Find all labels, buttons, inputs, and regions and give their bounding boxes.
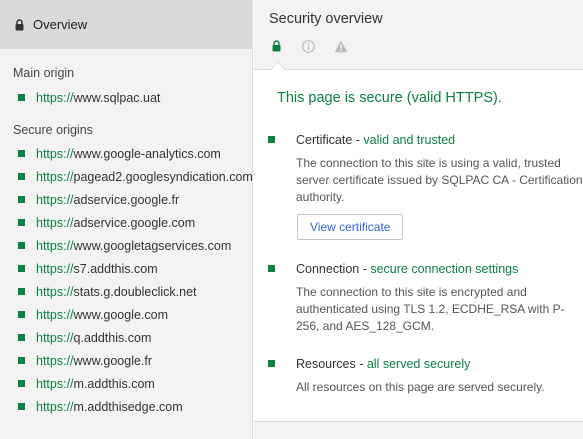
- secure-bullet: [268, 265, 275, 272]
- secure-bullet: [18, 288, 25, 295]
- connection-explanation: Connection - secure connection settings …: [268, 262, 578, 335]
- origin-scheme: https://: [36, 215, 74, 230]
- origin-scheme: https://: [36, 307, 74, 322]
- certificate-title: Certificate: [296, 133, 353, 147]
- origin-scheme: https://: [36, 353, 74, 368]
- origin-scheme: https://: [36, 376, 74, 391]
- origin-scheme: https://: [36, 330, 74, 345]
- secure-origins-list: https://www.google-analytics.com https://…: [0, 142, 253, 418]
- origin-scheme: https://: [36, 399, 74, 414]
- certificate-description: The connection to this site is using a v…: [296, 156, 583, 204]
- explanation-title: Certificate - valid and trusted: [296, 133, 456, 147]
- warning-icon[interactable]: [334, 40, 348, 53]
- secure-bullet: [18, 150, 25, 157]
- secure-bullet: [18, 94, 25, 101]
- origin-scheme: https://: [36, 284, 74, 299]
- info-icon[interactable]: [302, 40, 315, 53]
- origin-host: www.google.fr: [73, 353, 153, 368]
- secure-bullet: [18, 403, 25, 410]
- origin-item[interactable]: https://adservice.google.fr: [0, 188, 252, 211]
- secure-bullet: [18, 219, 25, 226]
- lock-icon: [15, 18, 24, 31]
- origin-item[interactable]: https://q.addthis.com: [0, 326, 252, 349]
- sidebar-item-overview[interactable]: Overview: [0, 0, 252, 49]
- secure-bullet: [18, 334, 25, 341]
- resources-summary: all served securely: [366, 357, 471, 371]
- origin-scheme: https://: [36, 146, 74, 161]
- secure-bullet: [18, 357, 25, 364]
- certificate-summary: valid and trusted: [363, 133, 456, 147]
- secure-bullet: [268, 360, 275, 367]
- origin-host: www.googletagservices.com: [73, 238, 232, 253]
- secure-origins-heading: Secure origins: [13, 123, 93, 137]
- origin-item[interactable]: https://pagead2.googlesyndication.com: [0, 165, 253, 188]
- secure-bullet: [18, 380, 25, 387]
- main-origin-heading: Main origin: [13, 66, 75, 80]
- origin-host: www.google-analytics.com: [73, 146, 221, 161]
- connection-summary: secure connection settings: [370, 262, 519, 276]
- footer-strip: [254, 421, 583, 439]
- origin-scheme: https://: [36, 169, 74, 184]
- explanation-title: Resources - all served securely: [296, 357, 471, 371]
- secure-bullet: [18, 265, 25, 272]
- certificate-explanation: Certificate - valid and trusted The conn…: [268, 133, 583, 240]
- origin-item[interactable]: https://m.addthis.com: [0, 372, 252, 395]
- origin-host: pagead2.googlesyndication.com: [73, 169, 253, 184]
- origin-host: m.addthisedge.com: [73, 399, 183, 414]
- origin-host: www.google.com: [73, 307, 169, 322]
- view-certificate-button[interactable]: View certificate: [297, 214, 404, 240]
- secure-bullet: [18, 311, 25, 318]
- origin-host: adservice.google.com: [73, 215, 196, 230]
- page-title: Security overview: [269, 11, 383, 27]
- origin-scheme: https://: [36, 261, 74, 276]
- origin-item[interactable]: https://stats.g.doubleclick.net: [0, 280, 252, 303]
- secure-bullet: [18, 173, 25, 180]
- origin-host: q.addthis.com: [73, 330, 152, 345]
- security-summary: This page is secure (valid HTTPS).: [277, 90, 502, 106]
- secure-bullet: [268, 136, 275, 143]
- security-header: Security overview: [254, 0, 583, 70]
- origin-host: adservice.google.fr: [73, 192, 180, 207]
- origin-item[interactable]: https://m.addthisedge.com: [0, 395, 252, 418]
- secure-bullet: [18, 242, 25, 249]
- sidebar-item-label: Overview: [33, 17, 88, 32]
- origin-item[interactable]: https://www.google-analytics.com: [0, 142, 252, 165]
- security-main-panel: Security overview This page is secure (v…: [254, 0, 583, 439]
- origin-scheme: https://: [36, 192, 74, 207]
- origin-host: stats.g.doubleclick.net: [73, 284, 197, 299]
- origin-host: www.sqlpac.uat: [73, 90, 161, 105]
- connection-title: Connection: [296, 262, 360, 276]
- origin-host: s7.addthis.com: [73, 261, 158, 276]
- origin-item[interactable]: https://www.google.fr: [0, 349, 252, 372]
- origin-item[interactable]: https://www.google.com: [0, 303, 252, 326]
- origin-host: m.addthis.com: [73, 376, 155, 391]
- origin-scheme: https://: [36, 238, 74, 253]
- resources-description: All resources on this page are served se…: [296, 380, 545, 394]
- resources-explanation: Resources - all served securely All reso…: [268, 357, 578, 396]
- tab-indicator: [271, 63, 285, 70]
- origin-item[interactable]: https://www.googletagservices.com: [0, 234, 252, 257]
- resources-title: Resources: [296, 357, 356, 371]
- connection-description: The connection to this site is encrypted…: [296, 285, 565, 333]
- lock-icon[interactable]: [272, 40, 281, 52]
- origin-item[interactable]: https://s7.addthis.com: [0, 257, 252, 280]
- origin-scheme: https://: [36, 90, 74, 105]
- origin-item-main[interactable]: https://www.sqlpac.uat: [0, 86, 252, 109]
- explanation-title: Connection - secure connection settings: [296, 262, 519, 276]
- security-sidebar: Overview Main origin https://www.sqlpac.…: [0, 0, 253, 439]
- origin-item[interactable]: https://adservice.google.com: [0, 211, 252, 234]
- secure-bullet: [18, 196, 25, 203]
